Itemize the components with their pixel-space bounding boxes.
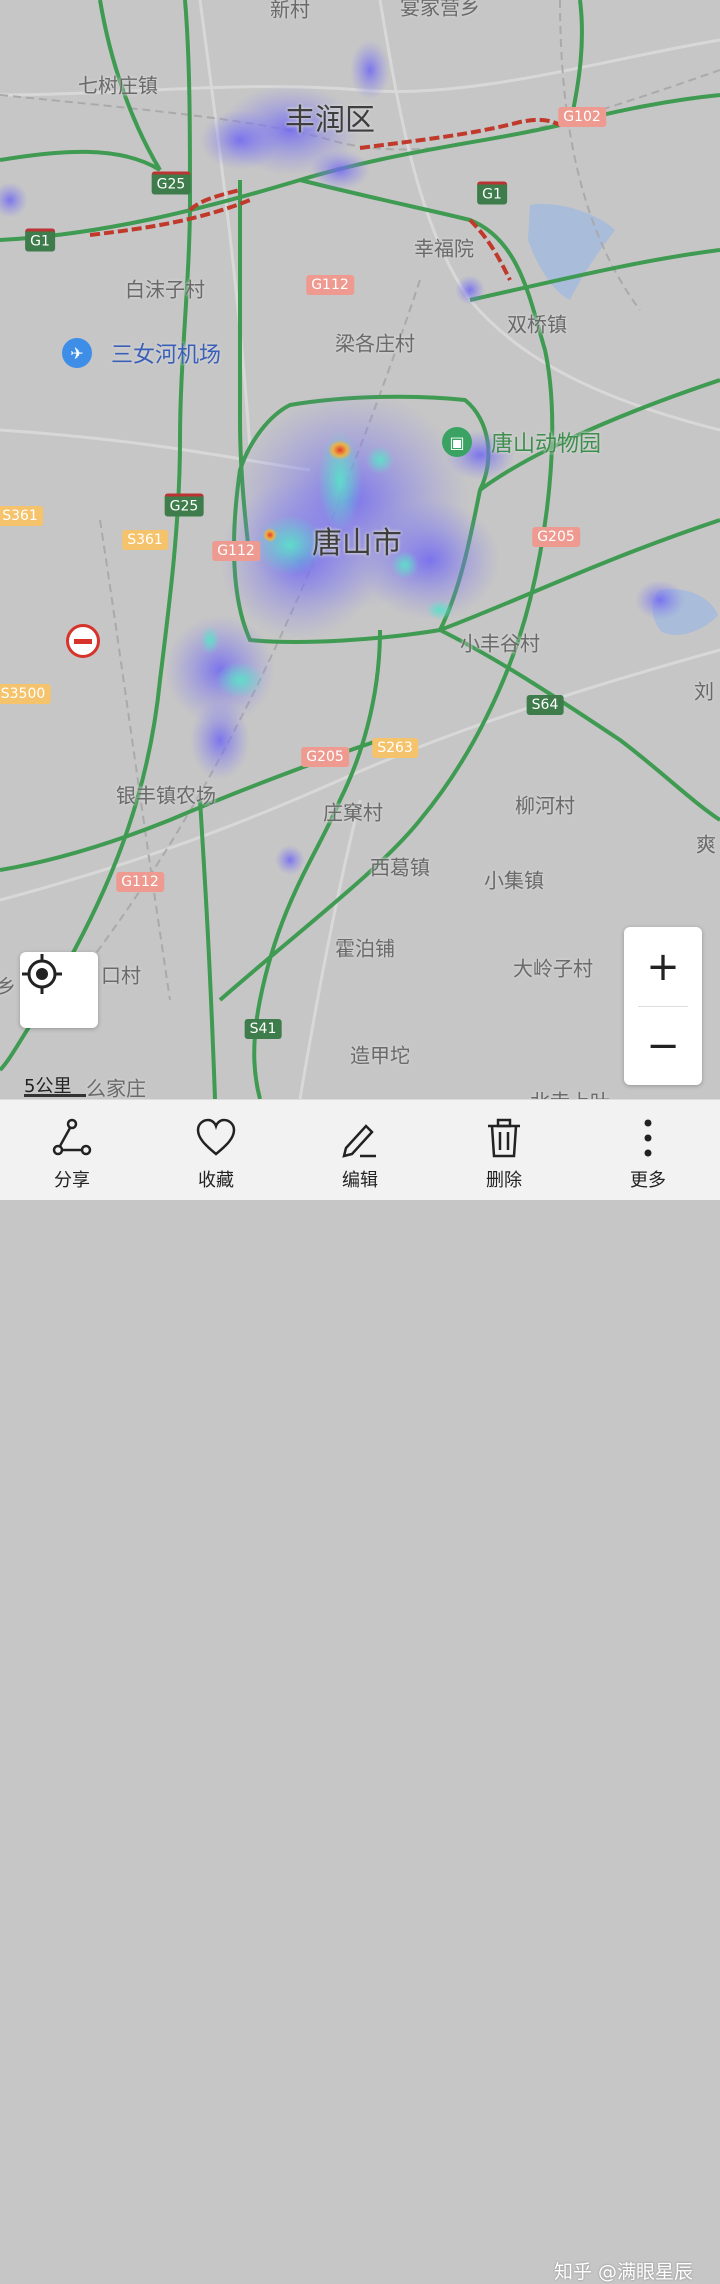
shield-g102: G102 — [558, 107, 606, 127]
share-icon — [52, 1118, 92, 1156]
label-huobo: 霍泊铺 — [335, 936, 395, 961]
zoom-in-button[interactable]: + — [624, 927, 702, 1006]
bottom-toolbar: 分享 收藏 编辑 删除 更多 知乎 @满眼星辰 — [0, 1099, 720, 2283]
label-qishuzhuang: 七树庄镇 — [78, 73, 158, 98]
label-xiaoji: 小集镇 — [484, 868, 544, 893]
shield-s3500: S3500 — [0, 684, 51, 704]
shield-g25-mid: G25 — [164, 493, 204, 517]
label-zhuangkeng: 庄窠村 — [323, 800, 383, 825]
no-entry-icon[interactable] — [66, 624, 100, 658]
pencil-icon — [342, 1124, 376, 1158]
shield-s41: S41 — [244, 1019, 282, 1039]
delete-label: 删除 — [486, 1170, 522, 1191]
airplane-icon[interactable]: ✈ — [62, 338, 92, 368]
shield-g25-top: G25 — [151, 171, 191, 195]
label-dalingzi: 大岭子村 — [513, 956, 593, 981]
edit-label: 编辑 — [342, 1170, 378, 1191]
label-xiaofenggu: 小丰谷村 — [460, 631, 540, 656]
label-shuangqiao: 双桥镇 — [507, 312, 567, 337]
label-lianggezhuang: 梁各庄村 — [335, 331, 415, 356]
more-label: 更多 — [630, 1170, 666, 1191]
heart-icon — [196, 1118, 236, 1156]
favorite-label: 收藏 — [198, 1170, 234, 1191]
label-kou: 口村 — [101, 963, 141, 988]
shield-s361-left: S361 — [0, 506, 43, 526]
label-zaojiatuo: 造甲坨 — [350, 1043, 410, 1068]
locate-icon — [22, 954, 62, 994]
shield-g112-top: G112 — [306, 275, 354, 295]
poi-zoo-label[interactable]: 唐山动物园 — [491, 426, 601, 458]
share-label: 分享 — [54, 1170, 90, 1191]
delete-button[interactable]: 删除 — [444, 1100, 564, 1200]
shield-g1-left: G1 — [25, 228, 55, 252]
shield-s64: S64 — [526, 695, 564, 715]
scale-bar — [24, 1094, 86, 1097]
poi-airport-label[interactable]: 三女河机场 — [111, 337, 221, 369]
bus-icon[interactable]: ▣ — [442, 427, 472, 457]
shield-g112-mid: G112 — [212, 541, 260, 561]
shield-g112-low: G112 — [116, 872, 164, 892]
label-xincun: 新村 — [270, 0, 310, 22]
label-xingfuyuan: 幸福院 — [414, 236, 474, 261]
label-yaojiazhuang: 么家庄 — [86, 1076, 146, 1100]
trash-icon — [488, 1118, 520, 1158]
label-yinfeng: 银丰镇农场 — [116, 783, 216, 808]
label-liu: 刘 — [694, 679, 714, 704]
favorite-button[interactable]: 收藏 — [156, 1100, 276, 1200]
label-xige: 西葛镇 — [370, 855, 430, 880]
label-liuhe: 柳河村 — [515, 793, 575, 818]
more-button[interactable]: 更多 — [588, 1100, 708, 1200]
edit-button[interactable]: 编辑 — [300, 1100, 420, 1200]
label-cut-bottom: 北寺上叶 — [530, 1086, 610, 1100]
shield-s361: S361 — [122, 530, 168, 550]
locate-button[interactable] — [20, 952, 98, 1028]
zoom-control: + − — [624, 927, 702, 1085]
label-shuang: 爽 — [696, 832, 716, 857]
shield-s263: S263 — [372, 738, 418, 758]
label-xiang: 乡 — [0, 974, 16, 999]
map-canvas[interactable]: 新村 宴家营乡 七树庄镇 丰润区 白沫子村 幸福院 双桥镇 梁各庄村 唐山市 小… — [0, 0, 720, 1099]
more-vertical-icon — [644, 1119, 652, 1157]
label-baimozi: 白沫子村 — [125, 277, 205, 302]
shield-g1-right: G1 — [477, 181, 507, 205]
label-fengrun-district: 丰润区 — [285, 103, 375, 138]
label-jiajia: 宴家营乡 — [400, 0, 480, 20]
watermark: 知乎 @满眼星辰 — [554, 2261, 694, 2283]
shield-g205-low: G205 — [301, 747, 349, 767]
label-tangshan-city: 唐山市 — [312, 526, 402, 561]
zoom-out-button[interactable]: − — [624, 1006, 702, 1085]
shield-g205-right: G205 — [532, 527, 580, 547]
share-button[interactable]: 分享 — [12, 1100, 132, 1200]
